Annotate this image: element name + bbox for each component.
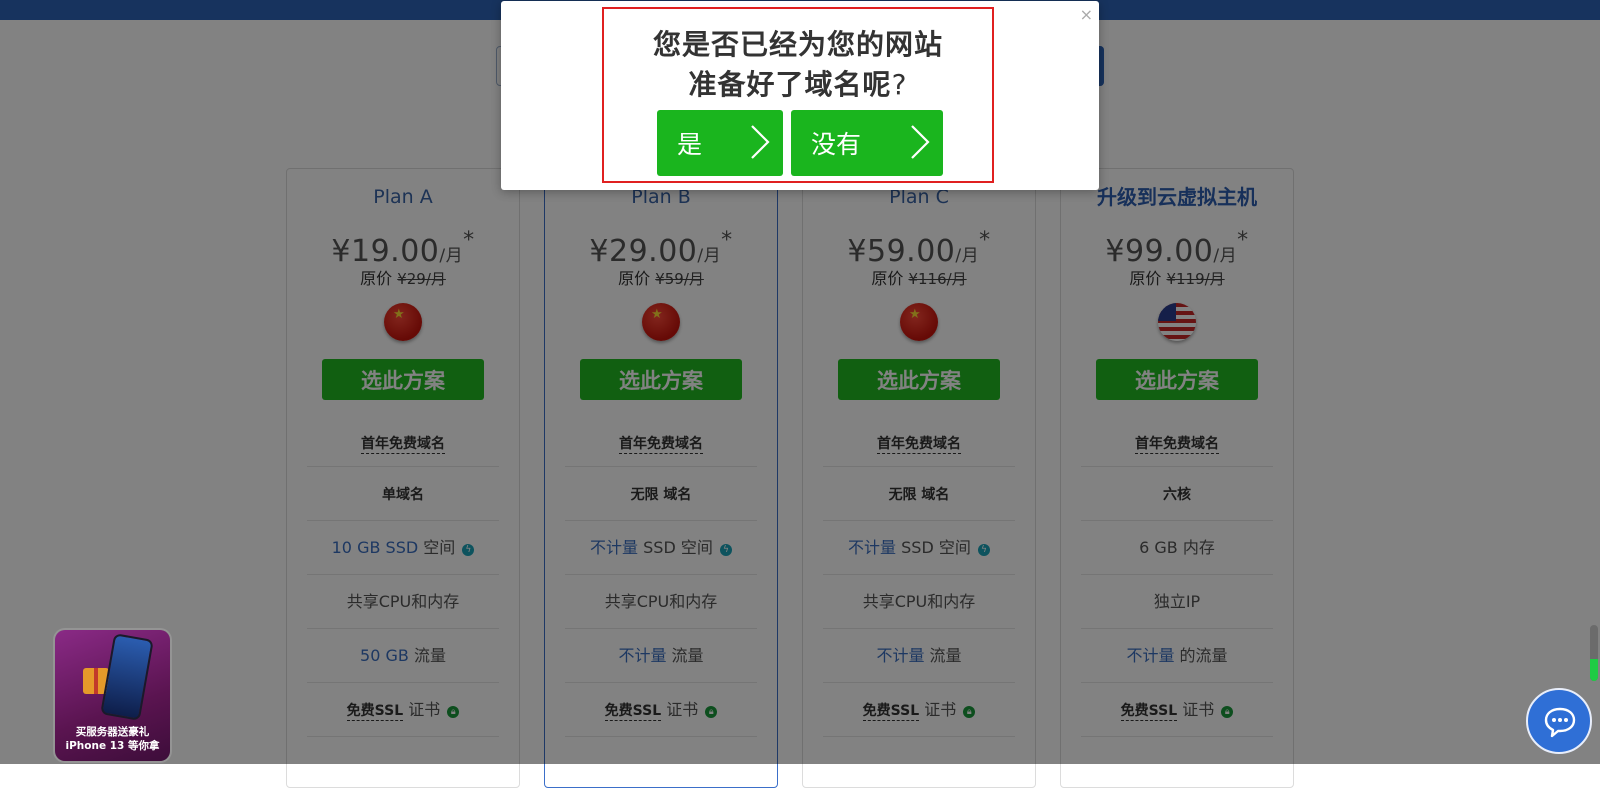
no-button-label: 没有 bbox=[811, 130, 862, 159]
chevron-right-icon bbox=[911, 125, 930, 159]
live-chat-button[interactable] bbox=[1526, 688, 1592, 754]
iphone-image bbox=[100, 633, 154, 721]
yes-button[interactable]: 是 bbox=[657, 110, 783, 176]
domain-ready-modal: × 您是否已经为您的网站 准备好了域名呢? 是 没有 bbox=[501, 1, 1099, 190]
modal-question-line-1: 您是否已经为您的网站 bbox=[652, 28, 943, 61]
chevron-right-icon bbox=[751, 125, 770, 159]
modal-question-text: 准备好了域名呢 bbox=[688, 68, 892, 101]
promo-line-1: 买服务器送豪礼 bbox=[75, 726, 150, 738]
chat-bubble-icon bbox=[1544, 707, 1576, 738]
no-button[interactable]: 没有 bbox=[791, 110, 943, 176]
scroll-progress-fill bbox=[1590, 658, 1598, 681]
yes-button-label: 是 bbox=[677, 130, 703, 159]
question-mark: ? bbox=[891, 68, 908, 101]
promo-text: 买服务器送豪礼 iPhone 13 等你拿 bbox=[55, 725, 170, 753]
promo-line-2: iPhone 13 等你拿 bbox=[65, 740, 160, 752]
close-icon[interactable]: × bbox=[1080, 5, 1093, 24]
promo-iphone-banner[interactable]: 买服务器送豪礼 iPhone 13 等你拿 bbox=[55, 630, 170, 761]
modal-question-line-2: 准备好了域名呢? bbox=[604, 63, 992, 103]
scroll-progress-indicator bbox=[1590, 625, 1598, 681]
